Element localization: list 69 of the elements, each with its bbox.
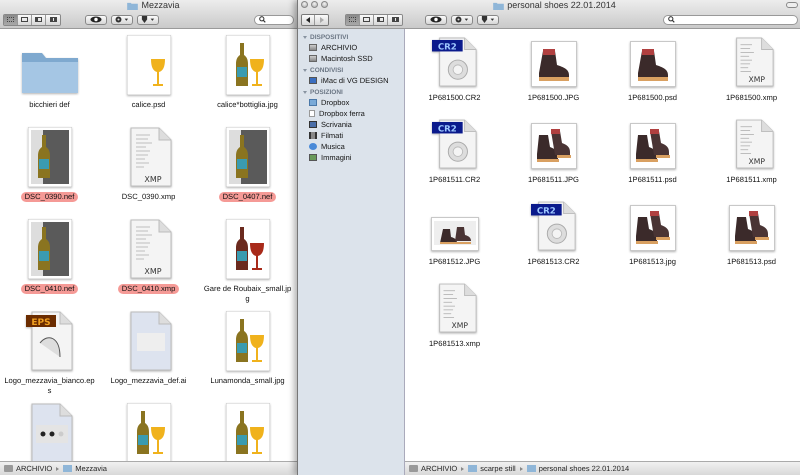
search-field[interactable] bbox=[663, 14, 798, 24]
share-menu-button[interactable] bbox=[137, 14, 159, 24]
file-type-label: XMP bbox=[451, 321, 468, 330]
desktop-icon bbox=[309, 121, 317, 128]
film-icon bbox=[309, 132, 317, 139]
path-separator-icon bbox=[461, 466, 464, 470]
boots-photo-thumbnail[interactable] bbox=[630, 205, 676, 251]
share-icon bbox=[141, 16, 155, 23]
file-type-badge: CR2 bbox=[432, 40, 462, 53]
file-type-badge: CR2 bbox=[530, 204, 562, 217]
zoom-window-button[interactable] bbox=[321, 1, 328, 8]
path-separator-icon bbox=[56, 466, 60, 470]
search-icon bbox=[259, 16, 266, 23]
glass-photo-thumbnail[interactable] bbox=[126, 35, 170, 95]
file-type-badge: CR2 bbox=[432, 122, 462, 135]
bottle-photo-thumbnail[interactable] bbox=[28, 219, 72, 279]
boot-photo-thumbnail[interactable] bbox=[530, 41, 576, 87]
gear-icon bbox=[115, 16, 129, 23]
eye-icon bbox=[430, 16, 442, 23]
boots-photo-thumbnail[interactable] bbox=[630, 123, 676, 169]
close-window-button[interactable] bbox=[301, 1, 308, 8]
window-title: Mezzavia bbox=[141, 0, 180, 11]
boots-photo-thumbnail[interactable] bbox=[430, 217, 478, 251]
forward-button[interactable] bbox=[315, 14, 328, 24]
search-icon bbox=[668, 16, 675, 23]
share-icon bbox=[481, 16, 495, 23]
search-field[interactable] bbox=[254, 14, 294, 24]
folder-icon bbox=[493, 2, 504, 10]
toolbar-toggle-button[interactable] bbox=[786, 2, 798, 8]
icons-view-button[interactable] bbox=[4, 14, 18, 24]
gear-icon bbox=[455, 16, 469, 23]
folder-icon bbox=[309, 99, 317, 106]
bottle-glass-photo-thumbnail[interactable] bbox=[226, 311, 270, 371]
action-menu-button[interactable] bbox=[111, 14, 133, 24]
folder-icon bbox=[127, 2, 138, 10]
coverflow-view-button[interactable] bbox=[388, 14, 402, 24]
columns-view-button[interactable] bbox=[32, 14, 46, 24]
file-type-label: XMP bbox=[144, 267, 162, 276]
minimize-window-button[interactable] bbox=[311, 1, 318, 8]
quick-look-button[interactable] bbox=[425, 14, 447, 24]
columns-view-button[interactable] bbox=[374, 14, 388, 24]
icons-view-button[interactable] bbox=[346, 14, 360, 24]
back-button[interactable] bbox=[302, 14, 315, 24]
share-menu-button[interactable] bbox=[477, 14, 499, 24]
file-type-label: XMP bbox=[144, 175, 162, 184]
bottle-glass-photo-thumbnail[interactable] bbox=[126, 403, 170, 461]
vector-document-icon[interactable] bbox=[31, 312, 72, 370]
file-type-label: XMP bbox=[748, 75, 765, 84]
file-type-label: XMP bbox=[748, 157, 765, 166]
document-icon bbox=[309, 110, 315, 117]
action-menu-button[interactable] bbox=[451, 14, 473, 24]
bottle-glass-photo-thumbnail[interactable] bbox=[226, 219, 270, 279]
monitor-icon bbox=[309, 77, 317, 84]
bottle-photo-thumbnail[interactable] bbox=[226, 127, 270, 187]
path-separator-icon bbox=[520, 466, 523, 470]
window-title: personal shoes 22.01.2014 bbox=[507, 0, 616, 11]
picture-icon bbox=[309, 154, 317, 161]
bottle-glass-photo-thumbnail[interactable] bbox=[226, 403, 270, 461]
bottle-glass-photo-thumbnail[interactable] bbox=[226, 35, 270, 95]
quick-look-button[interactable] bbox=[85, 14, 107, 24]
boot-photo-thumbnail[interactable] bbox=[630, 41, 676, 87]
boots-photo-thumbnail[interactable] bbox=[530, 123, 576, 169]
bottle-photo-thumbnail[interactable] bbox=[28, 127, 72, 187]
coverflow-view-button[interactable] bbox=[46, 14, 60, 24]
list-view-button[interactable] bbox=[360, 14, 374, 24]
list-view-button[interactable] bbox=[18, 14, 32, 24]
eye-icon bbox=[90, 16, 102, 23]
boots-photo-thumbnail[interactable] bbox=[728, 205, 774, 251]
file-type-badge: EPS bbox=[26, 315, 56, 328]
